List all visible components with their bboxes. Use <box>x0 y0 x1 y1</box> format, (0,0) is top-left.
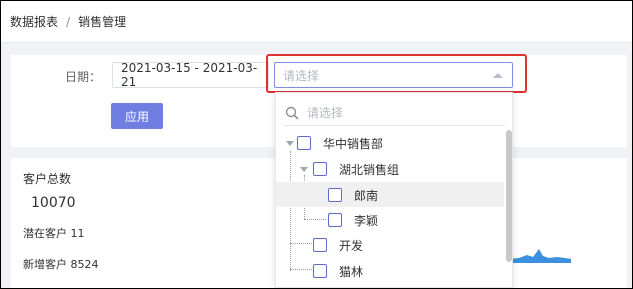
tree-checkbox[interactable] <box>313 264 327 278</box>
mini-trend-area <box>509 249 571 263</box>
app-frame: 数据报表 / 销售管理 日期： 2021-03-15 - 2021-03-21 … <box>1 1 632 288</box>
tree-checkbox[interactable] <box>328 213 342 227</box>
tree-node[interactable]: 华中销售部 <box>276 130 504 155</box>
search-icon <box>285 106 299 120</box>
tree-node[interactable]: 猫林 <box>276 258 504 283</box>
tree-checkbox[interactable] <box>297 136 311 150</box>
tree-checkbox[interactable] <box>313 238 327 252</box>
stat-total-value: 10070 <box>31 195 76 211</box>
date-label: 日期： <box>65 70 102 84</box>
breadcrumb: 数据报表 / 销售管理 <box>1 1 632 43</box>
breadcrumb-root[interactable]: 数据报表 <box>10 13 58 30</box>
tree-node-label: 郎南 <box>354 189 379 203</box>
tree-search-placeholder: 请选择 <box>307 106 344 120</box>
stat-title: 客户总数 <box>23 172 72 186</box>
mini-trend-chart <box>509 249 571 263</box>
caret-down-icon[interactable] <box>300 167 308 172</box>
tree-node-label: 开发 <box>339 239 364 253</box>
tree-node[interactable]: 李颖 <box>276 207 504 232</box>
tree-node-label: 李颖 <box>354 214 379 228</box>
stat-potential: 潜在客户 11 <box>23 227 85 240</box>
tree-dropdown: 请选择 华中销售部 湖北销售组 郎南 李颖 开发 猫林 <box>275 92 513 288</box>
highlight-box <box>266 54 527 93</box>
tree-node[interactable]: 湖北销售组 <box>276 156 504 181</box>
tree-node-label: 猫林 <box>339 265 364 279</box>
tree-search[interactable]: 请选择 <box>283 100 505 126</box>
breadcrumb-separator: / <box>66 14 71 29</box>
apply-button[interactable]: 应用 <box>111 103 163 129</box>
caret-down-icon[interactable] <box>286 141 294 146</box>
stat-new: 新增客户 8524 <box>23 258 99 271</box>
dropdown-scrollbar[interactable] <box>506 130 512 262</box>
tree-checkbox[interactable] <box>313 162 327 176</box>
tree-node[interactable]: 郎南 <box>276 182 504 207</box>
tree-node-label: 华中销售部 <box>323 137 384 151</box>
tree-node[interactable]: 开发 <box>276 232 504 257</box>
tree-checkbox[interactable] <box>328 188 342 202</box>
tree-node-label: 湖北销售组 <box>339 163 400 177</box>
breadcrumb-current: 销售管理 <box>78 15 127 29</box>
date-range-input[interactable]: 2021-03-15 - 2021-03-21 <box>112 61 269 89</box>
